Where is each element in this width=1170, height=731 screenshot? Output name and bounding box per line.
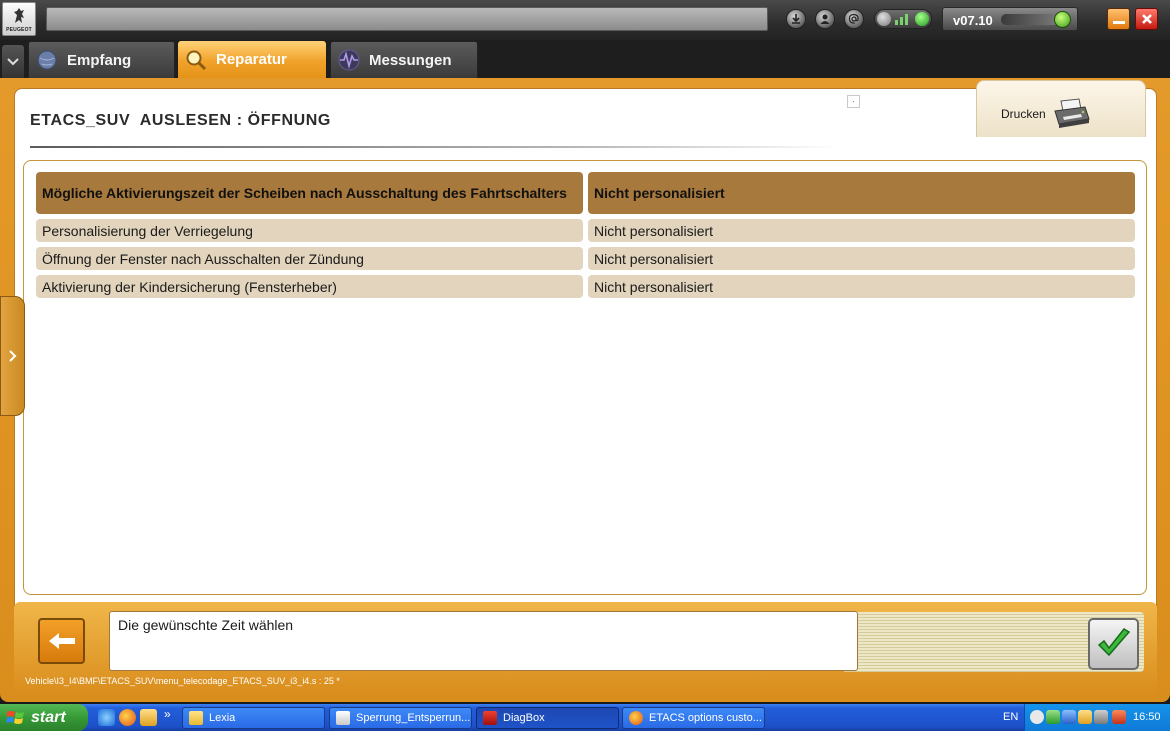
waveform-icon [337, 48, 361, 72]
volume-icon[interactable] [1094, 710, 1108, 724]
globe-icon [35, 48, 59, 72]
tab-label: Reparatur [216, 51, 287, 68]
tab-messungen[interactable]: Messungen [330, 41, 478, 78]
navigation-path-bar [46, 7, 768, 31]
title-divider [30, 146, 840, 148]
tab-menu-button[interactable] [2, 45, 24, 78]
windows-logo-icon [6, 710, 24, 724]
taskbar-item-label: ETACS options custo... [649, 712, 762, 724]
printer-icon [1054, 98, 1090, 128]
checkmark-icon [1097, 628, 1130, 657]
minimize-button[interactable] [1107, 8, 1130, 30]
script-path: Vehicle\I3_I4\BMF\ETACS_SUV\menu_telecod… [25, 676, 340, 686]
table-row-parameter[interactable]: Aktivierung der Kindersicherung (Fenster… [36, 275, 583, 298]
volume-control[interactable] [874, 9, 932, 29]
chevron-right-icon [8, 350, 16, 362]
tab-bar: Empfang Reparatur Messungen [0, 40, 1170, 78]
windows-taskbar: start » Lexia Sperrung_Entsperrun... Dia… [0, 704, 1170, 731]
firefox-icon[interactable] [119, 709, 136, 726]
tray-app-icon[interactable] [1062, 710, 1076, 724]
internet-explorer-icon[interactable] [98, 709, 115, 726]
status-ok-icon[interactable] [1054, 11, 1071, 28]
language-indicator[interactable]: EN [1003, 711, 1018, 723]
clock: 16:50 [1133, 711, 1161, 723]
user-button[interactable] [815, 9, 835, 29]
instruction-message: Die gewünschte Zeit wählen [109, 611, 858, 671]
download-icon [792, 14, 800, 24]
small-checkbox[interactable] [847, 95, 860, 108]
magnifier-icon [184, 48, 208, 72]
page-title: ETACS_SUV AUSLESEN : ÖFFNUNG [30, 112, 331, 129]
taskbar-item-lexia[interactable]: Lexia [182, 707, 325, 729]
security-icon[interactable] [1112, 710, 1126, 724]
table-row-value[interactable]: Nicht personalisiert [588, 275, 1135, 298]
top-bar: PEUGEOT v07.10 [0, 0, 1170, 40]
close-button[interactable] [1135, 8, 1158, 30]
firefox-icon [629, 711, 643, 725]
version-text: v07.10 [953, 13, 993, 28]
tab-label: Empfang [67, 51, 132, 69]
tray-app-icon[interactable] [1078, 710, 1092, 724]
document-icon [336, 711, 350, 725]
taskbar-item-sperrung[interactable]: Sperrung_Entsperrun... [329, 707, 472, 729]
logo-text: PEUGEOT [6, 26, 32, 33]
peugeot-logo: PEUGEOT [2, 2, 36, 36]
table-row-parameter[interactable]: Personalisierung der Verriegelung [36, 219, 583, 242]
tab-reparatur[interactable]: Reparatur [178, 41, 326, 78]
taskbar-item-label: Lexia [209, 712, 236, 724]
table-row-value[interactable]: Nicht personalisiert [588, 219, 1135, 242]
taskbar-item-diagbox[interactable]: DiagBox [476, 707, 619, 729]
volume-up-icon[interactable] [915, 12, 929, 26]
minimize-icon [1112, 20, 1125, 24]
close-icon [1141, 14, 1152, 24]
network-icon[interactable] [1046, 710, 1060, 724]
back-button[interactable] [38, 618, 85, 664]
start-button[interactable]: start [0, 704, 88, 731]
confirm-button[interactable] [1088, 618, 1139, 670]
volume-down-icon[interactable] [877, 12, 891, 26]
tray-back-icon[interactable] [1030, 710, 1044, 724]
quicklaunch-overflow-icon[interactable]: » [164, 707, 171, 721]
print-label: Drucken [1001, 107, 1046, 121]
diagbox-icon [483, 711, 497, 725]
download-button[interactable] [786, 9, 806, 29]
volume-level-icon [895, 14, 913, 25]
table-row-parameter[interactable]: Öffnung der Fenster nach Ausschalten der… [36, 247, 583, 270]
print-button[interactable]: Drucken [976, 80, 1146, 137]
arrow-left-icon [48, 633, 75, 649]
tab-label: Messungen [369, 51, 452, 69]
version-display: v07.10 [942, 7, 1078, 31]
settings-table: Mögliche Aktivierungszeit der Scheiben n… [23, 160, 1147, 595]
at-sign-icon [848, 13, 859, 24]
start-label: start [31, 708, 66, 726]
table-header-value[interactable]: Nicht personalisiert [588, 172, 1135, 214]
table-header-parameter[interactable]: Mögliche Aktivierungszeit der Scheiben n… [36, 172, 583, 214]
table-row-value[interactable]: Nicht personalisiert [588, 247, 1135, 270]
taskbar-item-label: DiagBox [503, 712, 545, 724]
email-button[interactable] [844, 9, 864, 29]
lion-icon [14, 7, 24, 23]
user-icon [820, 14, 830, 24]
tab-empfang[interactable]: Empfang [28, 41, 175, 78]
taskbar-item-firefox[interactable]: ETACS options custo... [622, 707, 765, 729]
status-indicator-bar [1001, 14, 1059, 25]
folder-icon [189, 711, 203, 725]
side-panel-toggle[interactable] [0, 296, 25, 416]
quicklaunch-app-icon[interactable] [140, 709, 157, 726]
chevron-down-icon [7, 57, 19, 65]
taskbar-item-label: Sperrung_Entsperrun... [356, 712, 471, 724]
